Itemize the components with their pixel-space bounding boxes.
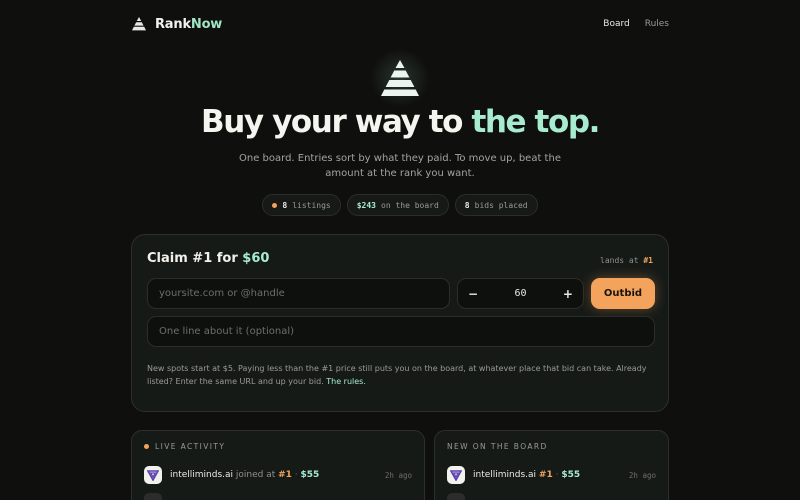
- nav-board-link[interactable]: Board: [603, 19, 629, 29]
- top-bar: RankNow Board Rules: [131, 12, 669, 36]
- hero-logo: [370, 48, 430, 108]
- total-stat: $243 on the board: [346, 194, 449, 216]
- site-favicon-icon: [447, 466, 465, 484]
- bids-stat: 8 bids placed: [454, 194, 538, 216]
- amount-value[interactable]: 60: [514, 288, 526, 299]
- listings-stat: 8 listings: [262, 194, 341, 216]
- decrease-button[interactable]: −: [468, 287, 478, 301]
- activity-text: intelliminds.ai joined at #1 · $55: [170, 470, 320, 480]
- amount-stepper: − 60 +: [457, 278, 584, 309]
- stats-row: 8 listings $243 on the board 8 bids placed: [0, 194, 800, 216]
- claim-card: Claim #1 for $60 lands at #1 − 60 + Outb…: [131, 234, 669, 412]
- live-activity-heading: LIVE ACTIVITY: [144, 442, 225, 451]
- claim-title: Claim #1 for $60: [147, 251, 270, 266]
- live-dot-icon: [272, 202, 278, 208]
- site-favicon-icon: [447, 493, 465, 500]
- hero-subtitle: One board. Entries sort by what they pai…: [239, 153, 561, 179]
- new-on-board-heading: NEW ON THE BOARD: [447, 442, 548, 451]
- claim-note: New spots start at $5. Paying less than …: [147, 364, 647, 386]
- site-favicon-icon: [144, 466, 162, 484]
- brand[interactable]: RankNow: [131, 16, 223, 32]
- increase-button[interactable]: +: [563, 287, 573, 301]
- live-activity-panel: LIVE ACTIVITY intelliminds.ai joined at …: [131, 430, 425, 500]
- brand-name: RankNow: [155, 16, 223, 32]
- new-on-board-panel: NEW ON THE BOARD intelliminds.ai #1 · $5…: [434, 430, 669, 500]
- new-entry-time: 2h ago: [628, 470, 656, 480]
- pyramid-icon: [381, 60, 419, 96]
- pyramid-logo-icon: [132, 16, 146, 30]
- lands-at-indicator: lands at #1: [600, 256, 653, 265]
- activity-row[interactable]: intelliminds.ai joined at #1 · $55 2h ag…: [144, 465, 412, 485]
- new-entry-row[interactable]: intelliminds.ai #1 · $55 2h ago: [447, 465, 656, 485]
- main-nav: Board Rules: [603, 19, 669, 29]
- hero-headline: Buy your way to the top.: [200, 104, 600, 140]
- about-input[interactable]: [147, 316, 655, 347]
- outbid-button[interactable]: Outbid: [591, 278, 655, 309]
- nav-rules-link[interactable]: Rules: [645, 19, 669, 29]
- activity-time: 2h ago: [384, 470, 412, 480]
- new-entry-text: intelliminds.ai #1 · $55: [473, 470, 581, 480]
- url-input[interactable]: [147, 278, 450, 309]
- live-dot-icon: [144, 444, 149, 449]
- site-favicon-icon: [144, 493, 162, 500]
- rules-link[interactable]: The rules.: [326, 377, 366, 386]
